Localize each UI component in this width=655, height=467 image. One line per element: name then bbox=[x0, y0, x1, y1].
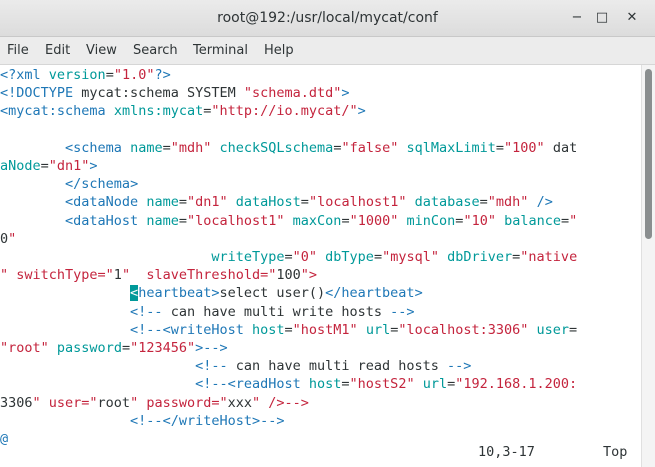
scrollbar-thumb[interactable] bbox=[645, 69, 652, 239]
menu-help[interactable]: Help bbox=[264, 43, 294, 58]
menu-view[interactable]: View bbox=[86, 43, 117, 58]
menu-bar: File Edit View Search Terminal Help bbox=[0, 37, 655, 65]
menu-terminal[interactable]: Terminal bbox=[193, 43, 248, 58]
scroll-indicator: Top bbox=[603, 444, 628, 460]
close-icon[interactable]: ✕ bbox=[624, 10, 640, 26]
editor-text[interactable]: <?xml version="1.0"?> <!DOCTYPE mycat:sc… bbox=[0, 66, 577, 448]
cursor-position: 10,3-17 bbox=[478, 444, 535, 460]
scrollbar[interactable] bbox=[641, 65, 655, 467]
menu-file[interactable]: File bbox=[7, 43, 29, 58]
maximize-icon[interactable]: □ bbox=[594, 10, 610, 26]
menu-edit[interactable]: Edit bbox=[45, 43, 70, 58]
terminal-area[interactable]: <?xml version="1.0"?> <!DOCTYPE mycat:sc… bbox=[0, 65, 641, 467]
minimize-icon[interactable]: − bbox=[569, 10, 585, 26]
window-title: root@192:/usr/local/mycat/conf bbox=[217, 10, 438, 26]
menu-search[interactable]: Search bbox=[133, 43, 178, 58]
title-bar: root@192:/usr/local/mycat/conf − □ ✕ bbox=[0, 0, 655, 37]
